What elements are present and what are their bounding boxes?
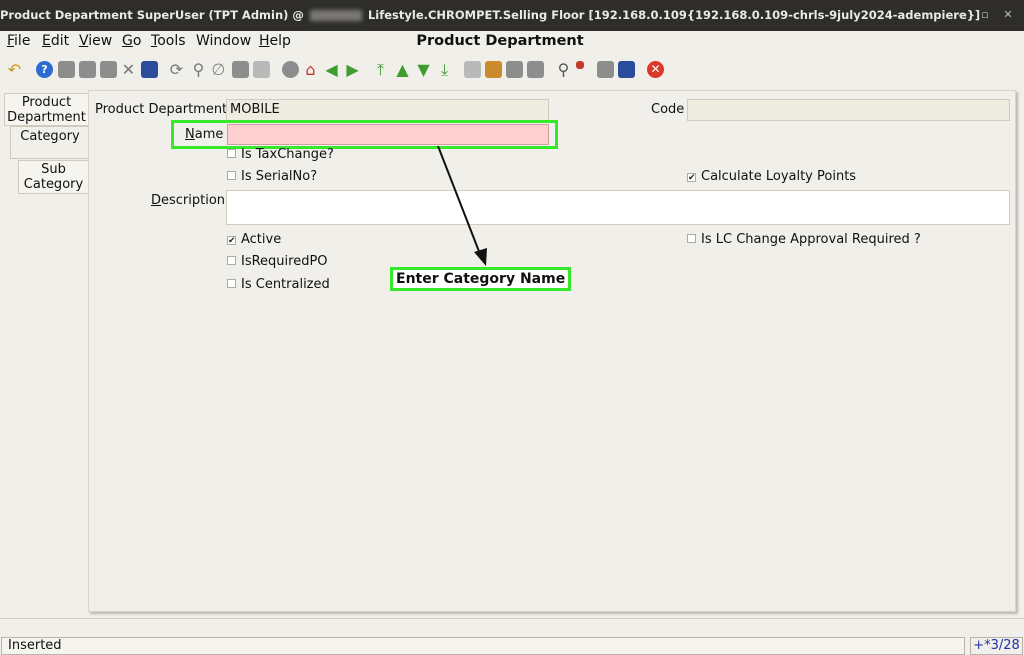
status-separator: [0, 618, 1024, 634]
record-info[interactable]: +*3/28: [970, 637, 1023, 655]
annotation-callout: Enter Category Name: [390, 267, 572, 291]
status-bar: Inserted +*3/28: [0, 637, 1024, 655]
annotation-arrow: [437, 145, 487, 266]
status-message: Inserted: [1, 637, 965, 655]
